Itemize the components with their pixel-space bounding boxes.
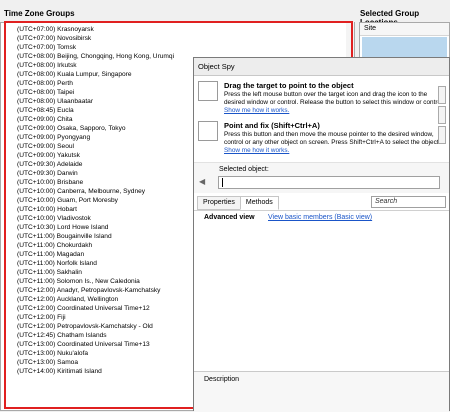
list-item[interactable]: (UTC+13:00) Coordinated Universal Time+1… [17, 340, 174, 349]
time-zone-groups-title: Time Zone Groups [4, 9, 75, 18]
list-item[interactable]: (UTC+09:30) Adelaide [17, 160, 174, 169]
list-item[interactable]: (UTC+11:00) Magadan [17, 250, 174, 259]
list-item[interactable]: (UTC+08:00) Taipei [17, 88, 174, 97]
side-button[interactable] [438, 126, 446, 144]
side-button[interactable] [438, 106, 446, 124]
selected-object-bar: ◀ Selected object: [194, 162, 449, 193]
list-item[interactable]: (UTC+07:00) Krasnoyarsk [17, 25, 174, 34]
list-item[interactable]: (UTC+10:00) Guam, Port Moresby [17, 196, 174, 205]
point-and-fix-title: Point and fix (Shift+Ctrl+A) [224, 121, 320, 130]
list-item[interactable]: (UTC+12:00) Fiji [17, 313, 174, 322]
list-item[interactable]: (UTC+11:00) Bougainville Island [17, 232, 174, 241]
list-item[interactable]: (UTC+14:00) Kiritimati Island [17, 367, 174, 376]
list-item[interactable]: (UTC+08:45) Eucla [17, 106, 174, 115]
text-caret [222, 178, 223, 187]
list-item[interactable]: (UTC+10:30) Lord Howe Island [17, 223, 174, 232]
tab-properties[interactable]: Properties [197, 196, 241, 210]
list-item[interactable]: (UTC+09:30) Darwin [17, 169, 174, 178]
time-zone-list-items: (UTC+07:00) Krasnoyarsk (UTC+07:00) Novos… [17, 25, 174, 376]
list-item[interactable]: (UTC+12:00) Anadyr, Petropavlovsk-Kamcha… [17, 286, 174, 295]
drag-show-me-link[interactable]: Show me how it works. [224, 107, 289, 114]
drag-target-title: Drag the target to point to the object [224, 81, 354, 90]
list-item[interactable]: (UTC+10:00) Vladivostok [17, 214, 174, 223]
description-panel: Description [194, 371, 449, 412]
list-item[interactable]: (UTC+08:00) Beijing, Chongqing, Hong Kon… [17, 52, 174, 61]
list-item[interactable]: (UTC+08:00) Ulaanbaatar [17, 97, 174, 106]
list-item[interactable]: (UTC+09:00) Yakutsk [17, 151, 174, 160]
drag-target-text: Press the left mouse button over the tar… [224, 91, 445, 106]
list-item[interactable]: (UTC+11:00) Norfolk Island [17, 259, 174, 268]
description-label: Description [204, 376, 240, 383]
object-spy-window[interactable]: Object Spy Drag the target to point to t… [193, 57, 450, 412]
selected-object-label: Selected object: [219, 166, 269, 173]
back-arrow-icon[interactable]: ◀ [199, 177, 205, 186]
list-item[interactable]: (UTC+10:00) Canberra, Melbourne, Sydney [17, 187, 174, 196]
list-item[interactable]: (UTC+10:00) Brisbane [17, 178, 174, 187]
point-and-fix-option[interactable]: Point and fix (Shift+Ctrl+A) Press this … [198, 121, 446, 157]
search-input[interactable]: Search [371, 196, 446, 208]
list-item[interactable]: (UTC+13:00) Samoa [17, 358, 174, 367]
members-tabs-area: Properties Methods Search Advanced view V… [194, 194, 449, 370]
list-item[interactable]: (UTC+09:00) Osaka, Sapporo, Tokyo [17, 124, 174, 133]
tab-methods[interactable]: Methods [239, 196, 279, 210]
list-item[interactable]: (UTC+08:00) Kuala Lumpur, Singapore [17, 70, 174, 79]
point-and-fix-text: Press this button and then move the mous… [224, 131, 441, 146]
list-item[interactable]: (UTC+09:00) Chita [17, 115, 174, 124]
list-item[interactable]: (UTC+07:00) Tomsk [17, 43, 174, 52]
list-item[interactable]: (UTC+12:00) Auckland, Wellington [17, 295, 174, 304]
list-item[interactable]: (UTC+11:00) Sakhalin [17, 268, 174, 277]
site-column-header[interactable]: Site [360, 23, 449, 36]
list-item[interactable]: (UTC+08:00) Irkutsk [17, 61, 174, 70]
view-mode-row: Advanced view View basic members (Basic … [194, 210, 449, 225]
drag-target-description: Press the left mouse button over the tar… [224, 91, 448, 115]
list-item[interactable]: (UTC+09:00) Seoul [17, 142, 174, 151]
advanced-view-label: Advanced view [204, 214, 255, 221]
list-item[interactable]: (UTC+08:00) Perth [17, 79, 174, 88]
fix-show-me-link[interactable]: Show me how it works. [224, 147, 289, 154]
tab-strip: Properties Methods [197, 196, 279, 210]
object-spy-title: Object Spy [194, 58, 449, 76]
list-item[interactable]: (UTC+13:00) Nuku'alofa [17, 349, 174, 358]
point-and-fix-description: Press this button and then move the mous… [224, 131, 448, 155]
point-and-fix-icon[interactable] [198, 121, 218, 141]
list-item[interactable]: (UTC+12:00) Petropavlovsk-Kamchatsky - O… [17, 322, 174, 331]
list-item[interactable]: (UTC+12:00) Coordinated Universal Time+1… [17, 304, 174, 313]
list-item[interactable]: (UTC+12:45) Chatham Islands [17, 331, 174, 340]
side-toolbar [438, 86, 446, 146]
selected-object-field[interactable] [218, 176, 440, 189]
side-button[interactable] [438, 86, 446, 104]
list-item[interactable]: (UTC+11:00) Chokurdakh [17, 241, 174, 250]
drag-target-icon[interactable] [198, 81, 218, 101]
basic-view-link[interactable]: View basic members (Basic view) [268, 214, 372, 221]
list-item[interactable]: (UTC+07:00) Novosibirsk [17, 34, 174, 43]
list-item[interactable]: (UTC+10:00) Hobart [17, 205, 174, 214]
drag-target-option[interactable]: Drag the target to point to the object P… [198, 81, 446, 117]
list-item[interactable]: (UTC+11:00) Solomon Is., New Caledonia [17, 277, 174, 286]
list-item[interactable]: (UTC+09:00) Pyongyang [17, 133, 174, 142]
